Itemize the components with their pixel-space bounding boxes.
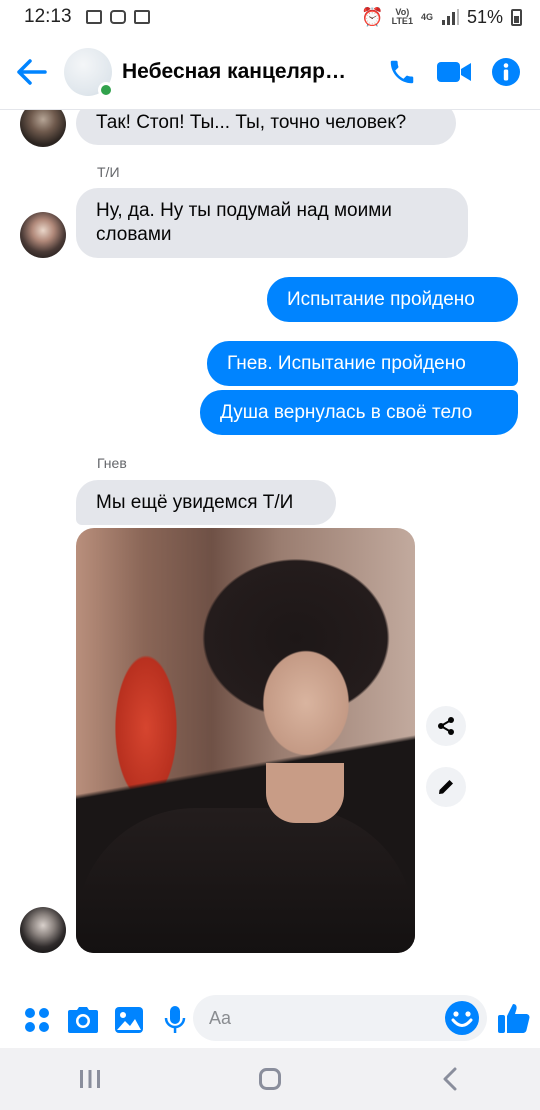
chat-title[interactable]: Небесная канцелярия — [122, 60, 350, 84]
sender-name: Гнев — [97, 455, 127, 471]
chat-header: Небесная канцелярия — [0, 34, 540, 110]
home-icon — [259, 1068, 281, 1090]
recent-apps-button[interactable] — [50, 1054, 130, 1104]
online-indicator — [98, 81, 114, 98]
emoji-icon — [445, 1001, 479, 1035]
video-camera-icon — [437, 61, 471, 82]
arrow-left-icon — [17, 58, 47, 85]
photo-attachment[interactable] — [76, 528, 415, 953]
chat-avatar[interactable] — [64, 47, 114, 98]
info-icon — [492, 57, 520, 86]
home-button[interactable] — [230, 1054, 310, 1104]
thumbs-up-icon — [498, 1004, 530, 1033]
gallery-notification-icon — [85, 10, 102, 24]
battery-percent: 51% — [466, 6, 503, 27]
back-icon — [443, 1067, 457, 1091]
apps-icon — [25, 1008, 49, 1032]
voice-call-button[interactable] — [376, 42, 428, 102]
status-time: 12:13 — [24, 6, 72, 27]
message-bubble[interactable]: Гнев. Испытание пройдено — [207, 341, 518, 386]
message-bubble[interactable]: Ну, да. Ну ты подумай над моими словами — [76, 188, 468, 258]
signal-icon — [441, 9, 459, 25]
network-type: 4G — [420, 11, 433, 22]
alarm-icon: ⏰ — [361, 6, 384, 27]
back-nav-button[interactable] — [410, 1054, 490, 1104]
gallery-button[interactable] — [106, 995, 152, 1045]
gallery-icon — [115, 1007, 143, 1033]
share-button[interactable] — [426, 706, 466, 746]
microphone-icon — [164, 1006, 186, 1033]
battery-icon — [511, 8, 522, 26]
avatar[interactable] — [20, 212, 66, 258]
camera-notification-icon — [109, 10, 126, 24]
recent-apps-icon — [80, 1070, 100, 1088]
cast-notification-icon — [133, 10, 150, 24]
like-button[interactable] — [494, 996, 534, 1040]
video-call-button[interactable] — [428, 42, 480, 102]
message-bubble[interactable]: Мы ещё увидемся Т/И — [76, 480, 336, 525]
pencil-icon — [439, 780, 453, 794]
phone-icon — [390, 60, 414, 83]
status-indicators: ⏰ Vo) LTE1 4G 51% — [361, 7, 522, 28]
message-bubble[interactable]: Испытание пройдено — [267, 277, 518, 322]
message-bubble[interactable]: Душа вернулась в своё тело — [200, 390, 518, 435]
status-bar: 12:13 ⏰ Vo) LTE1 4G 51% — [0, 0, 540, 34]
info-button[interactable] — [480, 42, 532, 102]
message-input[interactable] — [193, 995, 487, 1041]
avatar[interactable] — [20, 907, 66, 953]
volte-indicator: Vo) LTE1 — [391, 7, 413, 26]
system-navigation-bar — [0, 1048, 540, 1110]
emoji-button[interactable] — [444, 1000, 480, 1036]
camera-button[interactable] — [60, 995, 106, 1045]
voice-button[interactable] — [152, 995, 198, 1045]
camera-icon — [68, 1007, 98, 1033]
sender-name: Т/И — [97, 164, 120, 180]
edit-button[interactable] — [426, 767, 466, 807]
composer — [0, 992, 540, 1048]
back-button[interactable] — [0, 34, 64, 110]
share-icon — [438, 717, 454, 735]
apps-button[interactable] — [14, 995, 60, 1045]
